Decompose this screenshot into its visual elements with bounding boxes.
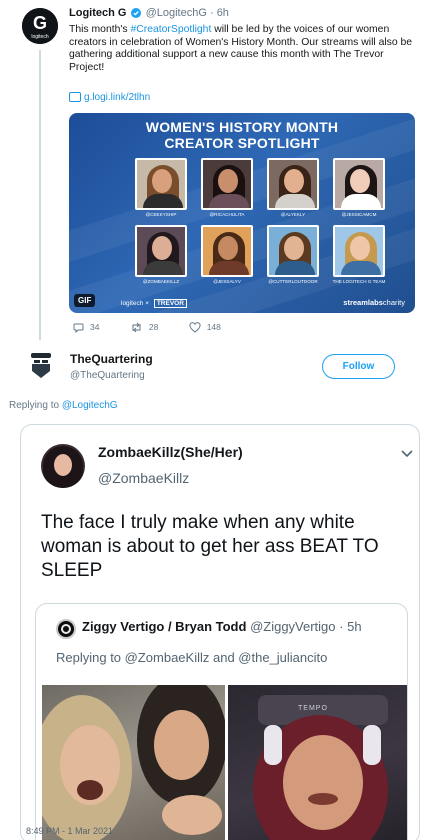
tweet1-author[interactable]: Logitech G @LogitechG · 6h [69, 7, 229, 21]
tweet1-link-text[interactable]: g.logi.link/2tlhn [84, 92, 150, 103]
creator-thumb [201, 225, 253, 277]
chair-label: TEMPO [298, 705, 328, 712]
media-footer-brands: logitech × TREVOR [121, 299, 190, 308]
retweet-action[interactable]: 28 [130, 322, 158, 333]
tweet1-handle[interactable]: @LogitechG [146, 7, 207, 19]
media-title-line1: WOMEN'S HISTORY MONTH [145, 119, 339, 135]
nested-dot: · [339, 619, 344, 634]
creator-thumb [333, 225, 385, 277]
like-count: 148 [206, 322, 221, 332]
thread-line [39, 50, 41, 340]
tweet2-handle[interactable]: @TheQuartering [70, 370, 145, 381]
verified-badge-icon [130, 8, 141, 21]
creator-thumb [135, 158, 187, 210]
tweet1-media[interactable]: WOMEN'S HISTORY MONTH CREATOR SPOTLIGHT … [69, 113, 415, 313]
tweet1-dot: · [209, 7, 214, 19]
creator-thumb [267, 225, 319, 277]
ziggyvertigo-avatar[interactable] [56, 619, 76, 639]
creator-thumb [201, 158, 253, 210]
meme-image-right[interactable]: TEMPO [228, 685, 407, 840]
meme-image-left[interactable] [42, 685, 225, 840]
footer-x: × [145, 300, 150, 307]
footer-brand: logitech [121, 300, 144, 307]
thequartering-avatar[interactable] [25, 349, 57, 381]
creator-handle: @JESSALYV [213, 279, 241, 284]
reply-count: 34 [90, 322, 100, 332]
replying-to-link[interactable]: @LogitechG [62, 400, 118, 411]
nested-time[interactable]: 5h [347, 619, 361, 634]
footer-right-bold: streamlabs [343, 298, 383, 307]
tweet1-display-name[interactable]: Logitech G [69, 7, 126, 19]
creator-handle: @CUTTERLOUTDOOR [268, 279, 318, 284]
tweet1-link[interactable]: g.logi.link/2tlhn [69, 92, 150, 103]
tweet1-actions: 34 28 148 [73, 322, 249, 334]
media-title-line2: CREATOR SPOTLIGHT [164, 135, 320, 151]
footer-right: charity [382, 298, 405, 307]
quoted-handle[interactable]: @ZombaeKillz [98, 470, 189, 486]
creator-handle: @ZOMBAEKILLZ [142, 279, 180, 284]
footer-partner: TREVOR [153, 299, 187, 308]
creator-thumb [135, 225, 187, 277]
reply-action[interactable]: 34 [73, 322, 100, 334]
creator-thumb [333, 158, 385, 210]
like-action[interactable]: 148 [189, 322, 221, 333]
tweet1-text: This month's #CreatorSpotlight will be l… [69, 24, 419, 74]
quoted-text: The face I truly make when any white wom… [41, 512, 379, 581]
creator-handle: @JESSICAMCM [341, 212, 377, 217]
nested-replying: Replying to @ZombaeKillz and @the_julian… [56, 650, 328, 665]
logitech-avatar[interactable]: G logitech [22, 8, 58, 44]
retweet-count: 28 [148, 322, 159, 332]
creator-handle: @CEEKYSHIP [145, 212, 177, 217]
svg-text:G: G [33, 13, 47, 33]
nested-author[interactable]: Ziggy Vertigo / Bryan Todd @ZiggyVertigo… [82, 619, 362, 634]
nested-quote-card[interactable]: Ziggy Vertigo / Bryan Todd @ZiggyVertigo… [35, 603, 408, 840]
hashtag-link[interactable]: #CreatorSpotlight [130, 24, 211, 35]
gif-badge: GIF [74, 294, 96, 307]
quoted-display-name[interactable]: ZombaeKillz(She/Her) [98, 444, 243, 460]
logitech-g-logo-icon: G logitech [22, 8, 58, 44]
creator-handle: @RICACHULITA [209, 212, 245, 217]
retweet-icon [132, 322, 141, 333]
quoted-tweet-card[interactable]: ZombaeKillz(She/Her) @ZombaeKillz The fa… [20, 424, 420, 840]
reply-icon [73, 323, 84, 334]
bearded-man-avatar-icon [31, 353, 51, 378]
tv-icon [69, 92, 81, 102]
nested-display-name[interactable]: Ziggy Vertigo / Bryan Todd [82, 619, 246, 634]
tweet-timestamp[interactable]: 8:49 PM - 1 Mar 2021 [26, 826, 113, 836]
zombaekillz-avatar[interactable] [41, 444, 85, 488]
creator-handle: THE LOGITECH G TEAM [332, 279, 386, 284]
tweet1-time[interactable]: 6h [217, 7, 229, 19]
creator-handle: @ALYEKLY [280, 212, 306, 217]
nested-handle[interactable]: @ZiggyVertigo [250, 619, 335, 634]
creator-thumb [267, 158, 319, 210]
follow-button[interactable]: Follow [322, 354, 395, 379]
tweet1-text-part: This month's [69, 24, 131, 35]
heart-icon [189, 322, 201, 333]
replying-to: Replying to @LogitechG [9, 400, 118, 411]
chevron-down-icon[interactable] [401, 445, 413, 463]
replying-prefix: Replying to [9, 400, 62, 411]
svg-text:logitech: logitech [31, 34, 48, 40]
streamlabs-charity-logo: streamlabscharity [343, 298, 405, 307]
tweet2-display-name[interactable]: TheQuartering [70, 352, 153, 366]
